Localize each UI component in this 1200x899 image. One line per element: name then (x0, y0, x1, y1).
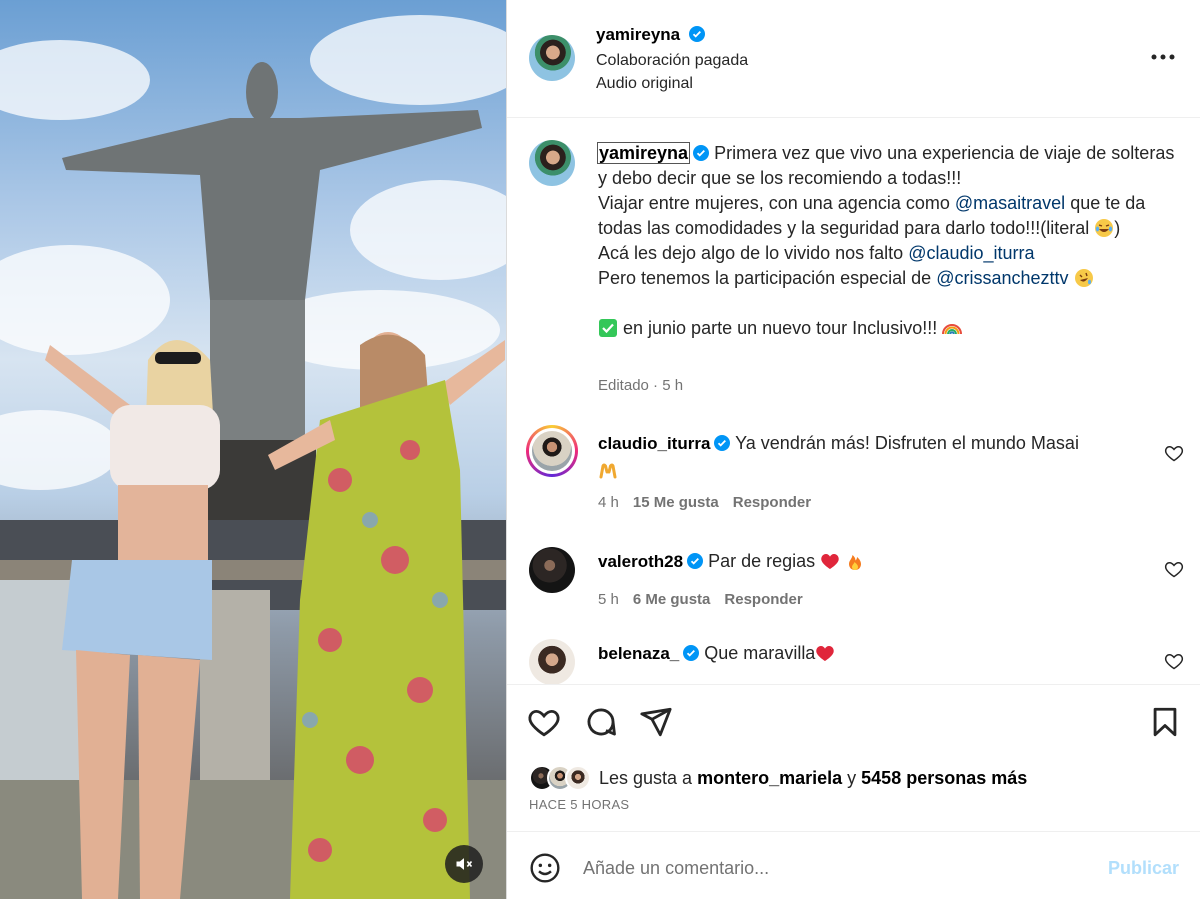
comment-item: valeroth28 Par de regias 5 h 6 Me gusta Re… (507, 547, 1200, 627)
story-ring[interactable] (526, 425, 578, 477)
fire-emoji-icon (849, 555, 862, 570)
likes-mid: y (842, 767, 862, 788)
liked-by-username[interactable]: montero_mariela (697, 768, 842, 788)
reply-button[interactable]: Responder (733, 494, 811, 511)
comment-body: belenaza_ Que maravilla (598, 640, 1118, 667)
red-heart-emoji-icon (821, 554, 839, 569)
verified-badge-icon (688, 26, 705, 42)
likes-prefix: Les gusta a (599, 767, 698, 788)
post-photo (0, 15, 506, 899)
caption-line-3: Acá les dejo algo de lo vivido nos falto (598, 243, 909, 263)
caption-meta: Editado · 5 h (598, 377, 684, 394)
mute-toggle-button[interactable] (445, 845, 483, 883)
post-actions: Les gusta a montero_mariela y 5458 perso… (507, 686, 1200, 831)
comment-likes[interactable]: 15 Me gusta (633, 494, 719, 511)
comment-text: Par de regias (708, 551, 816, 571)
rofl-emoji-icon (1074, 269, 1093, 287)
post-caption: yamireyna Primera vez que vivo una exper… (596, 141, 1178, 341)
red-heart-emoji-icon (816, 646, 835, 661)
comment-like-heart-icon[interactable] (1164, 443, 1184, 463)
laughing-emoji-icon (1095, 219, 1114, 237)
caption-author-avatar[interactable] (529, 140, 575, 186)
comment-text: Que maravilla (704, 643, 816, 663)
more-options-icon (1151, 54, 1175, 60)
comment-likes[interactable]: 6 Me gusta (633, 591, 711, 608)
author-username[interactable]: yamireyna (596, 25, 680, 44)
comment-like-heart-icon[interactable] (1164, 559, 1184, 579)
liker-avatar (565, 765, 591, 791)
comment-body: valeroth28 Par de regias (598, 548, 1118, 575)
verified-badge-icon (687, 553, 704, 569)
caption-username[interactable]: yamireyna (596, 142, 691, 164)
speaker-muted-icon (456, 858, 473, 870)
comment-input[interactable] (583, 854, 1083, 882)
comment-composer: Publicar (507, 831, 1200, 899)
commenter-username[interactable]: belenaza_ (598, 644, 679, 663)
caption-line-2a: Viajar entre mujeres, con una agencia co… (598, 193, 955, 213)
post-detail-panel: yamireyna Colaboración pagada Audio orig… (507, 0, 1200, 899)
share-icon[interactable] (639, 705, 673, 739)
comment-icon[interactable] (584, 705, 618, 739)
publish-button[interactable]: Publicar (1108, 858, 1179, 879)
comment-item: claudio_iturra Ya vendrán más! Disfruten… (507, 425, 1200, 535)
others-count[interactable]: 5458 personas más (861, 768, 1027, 788)
post-media[interactable] (0, 0, 506, 899)
post-header: yamireyna Colaboración pagada Audio orig… (507, 0, 1200, 118)
like-heart-icon[interactable] (527, 705, 561, 739)
commenter-username[interactable]: claudio_iturra (598, 434, 710, 453)
more-options-button[interactable] (1148, 47, 1178, 67)
commenter-avatar[interactable] (532, 431, 572, 471)
raising-hands-emoji-icon (599, 463, 617, 479)
mention-masaitravel[interactable]: @masaitravel (955, 193, 1065, 213)
author-name-row: yamireyna (596, 25, 705, 45)
comment-item: belenaza_ Que maravilla (507, 639, 1200, 684)
author-avatar[interactable] (529, 35, 575, 81)
commenter-avatar[interactable] (529, 639, 575, 684)
bookmark-icon[interactable] (1148, 705, 1182, 739)
comment-meta: 4 h 15 Me gusta Responder (598, 494, 811, 511)
caption-line-4: Pero tenemos la participación especial d… (598, 268, 937, 288)
verified-badge-icon (693, 145, 710, 161)
comment-body: claudio_iturra Ya vendrán más! Disfruten… (598, 430, 1118, 483)
audio-label[interactable]: Audio original (596, 75, 693, 93)
likes-text: Les gusta a montero_mariela y 5458 perso… (599, 768, 1027, 789)
comments-scroll-area[interactable]: yamireyna Primera vez que vivo una exper… (507, 119, 1200, 685)
reply-button[interactable]: Responder (724, 591, 802, 608)
commenter-avatar[interactable] (529, 547, 575, 593)
commenter-username[interactable]: valeroth28 (598, 552, 683, 571)
post-time-ago[interactable]: HACE 5 HORAS (529, 797, 629, 812)
caption-line-5: en junio parte un nuevo tour Inclusivo!!… (618, 318, 943, 338)
caption-line-2c: ) (1114, 218, 1121, 238)
verified-badge-icon (683, 645, 700, 661)
comment-like-heart-icon[interactable] (1164, 651, 1184, 671)
emoji-icon[interactable] (529, 852, 561, 884)
verified-badge-icon (714, 435, 731, 451)
comment-time[interactable]: 5 h (598, 591, 619, 608)
paid-partnership-label[interactable]: Colaboración pagada (596, 52, 748, 70)
mention-crissanchezttv[interactable]: @crissanchezttv (936, 268, 1068, 288)
rainbow-emoji-icon (942, 324, 963, 335)
mention-claudio-iturra[interactable]: @claudio_iturra (908, 243, 1034, 263)
check-mark-emoji-icon (599, 319, 617, 337)
comment-time[interactable]: 4 h (598, 494, 619, 511)
likes-summary[interactable]: Les gusta a montero_mariela y 5458 perso… (529, 764, 1027, 792)
comment-text: Ya vendrán más! Disfruten el mundo Masai (735, 433, 1079, 453)
comment-meta: 5 h 6 Me gusta Responder (598, 591, 803, 608)
